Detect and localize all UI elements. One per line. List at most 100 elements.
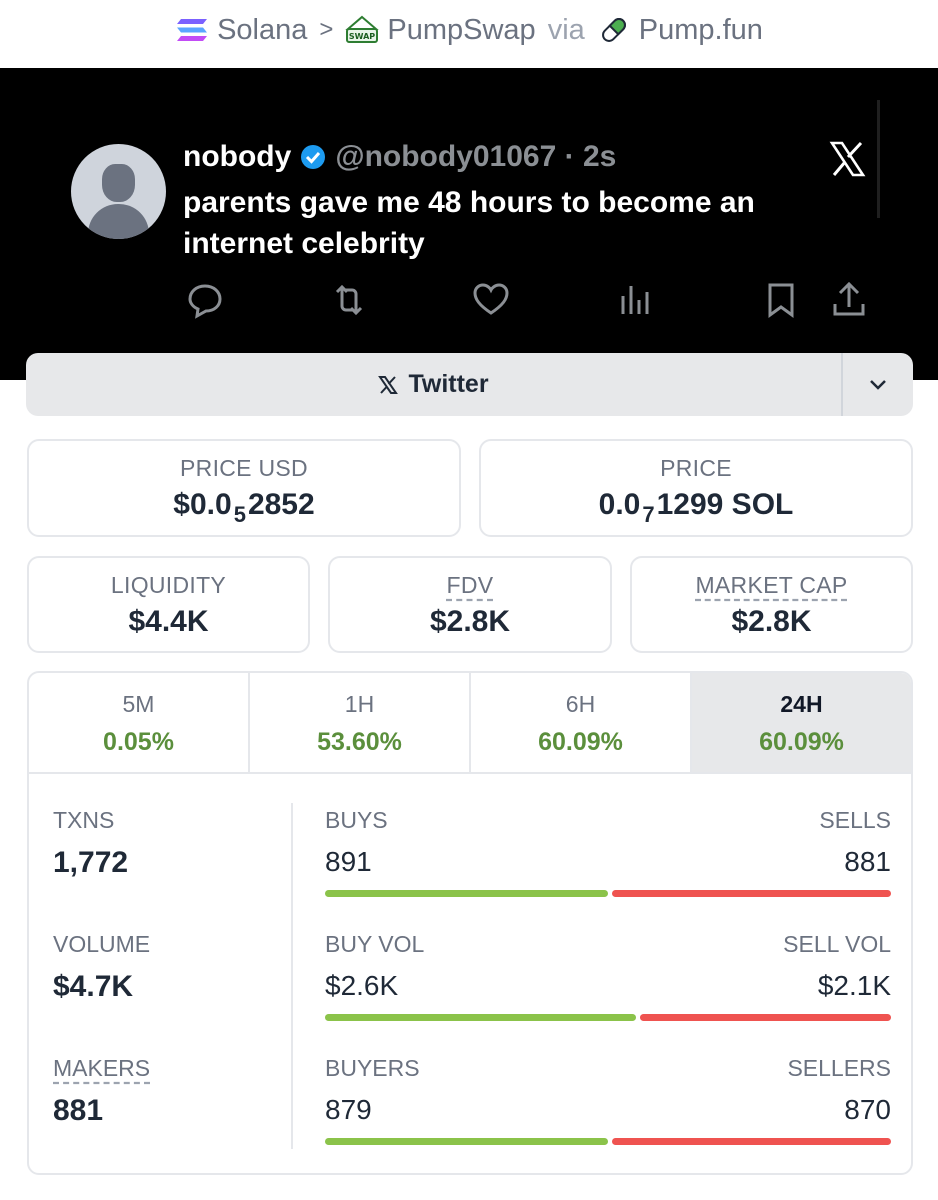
sell-vol-value: $2.1K (817, 970, 891, 1001)
breadcrumb-launchpad-label: Pump.fun (638, 13, 763, 46)
tweet-author: nobody (183, 140, 292, 173)
tab-6h[interactable]: 6H 60.09% (471, 673, 692, 772)
volume-value: $4.7K (53, 970, 134, 1003)
tab-6h-change: 60.09% (538, 728, 623, 756)
tab-24h-change: 60.09% (759, 728, 844, 756)
txns-value: 1,772 (53, 846, 129, 879)
like-icon[interactable] (471, 280, 511, 320)
sellers-value: 870 (844, 1094, 891, 1125)
breadcrumb-via: via (547, 13, 585, 46)
pumpswap-icon: SWAP (345, 15, 380, 43)
price-usd-box: PRICE USD $0.052852 (27, 439, 461, 537)
liquidity-box: LIQUIDITY $4.4K (27, 556, 310, 653)
buys-label: BUYS (325, 807, 388, 833)
tweet-banner: nobody @nobody01067 · 2s parents gave me… (0, 68, 938, 380)
breadcrumb-launchpad[interactable]: Pump.fun (597, 14, 763, 47)
market-cap-box: MARKET CAP $2.8K (630, 556, 913, 653)
txns-label: TXNS (53, 807, 115, 833)
tab-1h-label: 1H (344, 691, 375, 717)
retweet-icon[interactable] (329, 280, 369, 320)
tweet-text: parents gave me 48 hours to become an in… (183, 186, 755, 260)
tab-1h-change: 53.60% (317, 728, 402, 756)
buyers-sellers-bar (325, 1138, 891, 1145)
buyers-label: BUYERS (325, 1055, 420, 1081)
price-sol-digits: 1299 SOL (656, 488, 794, 521)
sell-vol-bar-fill (640, 1014, 891, 1021)
price-sol-zeros: 7 (642, 502, 655, 527)
fdv-box: FDV $2.8K (328, 556, 612, 653)
market-cap-label[interactable]: MARKET CAP (632, 572, 911, 599)
social-dropdown-button[interactable] (841, 353, 913, 416)
share-icon[interactable] (829, 280, 869, 320)
sells-bar-fill (611, 890, 891, 897)
buyers-value: 879 (325, 1094, 372, 1125)
avatar-body (88, 204, 149, 239)
breadcrumb-dex[interactable]: SWAP PumpSwap (345, 13, 536, 47)
makers-value: 881 (53, 1094, 104, 1127)
fdv-label[interactable]: FDV (330, 572, 610, 599)
price-sol-value: 0.071299 SOL (481, 488, 911, 527)
sellers-bar-fill (611, 1138, 891, 1145)
tweet-header: nobody @nobody01067 · 2s (183, 140, 616, 174)
x-icon (378, 375, 399, 394)
bookmark-icon[interactable] (761, 280, 801, 320)
buy-sell-volume-bar (325, 1014, 891, 1021)
buy-vol-bar-fill (325, 1014, 636, 1021)
tweet-actions (183, 280, 873, 320)
sellers-label: SELLERS (787, 1055, 891, 1081)
makers-label[interactable]: MAKERS (53, 1055, 150, 1082)
avatar-head (102, 164, 135, 202)
breadcrumb-dex-label: PumpSwap (387, 13, 536, 46)
breadcrumb-chain-label: Solana (217, 13, 308, 46)
breadcrumb-chain[interactable]: Solana (175, 14, 307, 47)
twitter-link-button[interactable]: Twitter (26, 353, 841, 416)
price-usd-prefix: $0.0 (173, 488, 232, 521)
buyers-sellers-split: BUYERS SELLERS 879 870 (325, 1055, 891, 1145)
timeframe-tabs: 5M 0.05% 1H 53.60% 6H 60.09% 24H 60.09% (29, 673, 911, 774)
social-bar: Twitter (26, 353, 913, 416)
x-logo-icon (829, 141, 866, 177)
reply-icon[interactable] (185, 280, 225, 320)
breadcrumb: Solana > SWAP PumpSwap via Pump.fun (0, 0, 938, 60)
liquidity-label: LIQUIDITY (110, 572, 227, 598)
buy-sell-volume-split: BUY VOL SELL VOL $2.6K $2.1K (325, 931, 891, 1021)
sells-value: 881 (844, 846, 891, 877)
tab-24h[interactable]: 24H 60.09% (692, 673, 911, 772)
tab-6h-label: 6H (565, 691, 596, 717)
price-usd-digits: 2852 (247, 488, 315, 521)
tab-1h[interactable]: 1H 53.60% (250, 673, 471, 772)
price-usd-label: PRICE USD (180, 455, 308, 481)
buys-value: 891 (325, 846, 372, 877)
txn-panel: 5M 0.05% 1H 53.60% 6H 60.09% 24H 60.09% … (27, 671, 913, 1175)
txns-stat: TXNS 1,772 (53, 807, 128, 880)
buys-sells-split: BUYS SELLS 891 881 (325, 807, 891, 897)
sells-label: SELLS (819, 807, 891, 833)
buyers-bar-fill (325, 1138, 608, 1145)
pill-icon (601, 18, 626, 42)
buy-vol-value: $2.6K (325, 970, 399, 1001)
price-sol-box: PRICE 0.071299 SOL (479, 439, 913, 537)
banner-divider (877, 100, 880, 218)
buys-bar-fill (325, 890, 608, 897)
volume-stat: VOLUME $4.7K (53, 931, 150, 1004)
avatar (71, 144, 166, 239)
tab-5m[interactable]: 5M 0.05% (29, 673, 250, 772)
views-icon[interactable] (615, 280, 655, 320)
buy-vol-label: BUY VOL (325, 931, 425, 957)
volume-label: VOLUME (53, 931, 151, 957)
buys-sells-bar (325, 890, 891, 897)
twitter-label: Twitter (408, 370, 489, 398)
price-sol-prefix: 0.0 (598, 488, 641, 521)
tweet-handle: @nobody01067 · 2s (335, 140, 617, 173)
tab-5m-label: 5M (122, 691, 155, 717)
liquidity-value: $4.4K (128, 605, 209, 638)
fdv-value: $2.8K (429, 605, 511, 638)
tab-24h-label: 24H (780, 691, 823, 717)
chevron-right-icon: > (319, 16, 334, 43)
price-sol-label: PRICE (660, 455, 732, 481)
makers-stat: MAKERS 881 (53, 1055, 150, 1128)
chevron-down-icon (870, 379, 886, 390)
pumpswap-badge-text: SWAP (349, 32, 375, 41)
column-divider (291, 803, 293, 1149)
price-usd-value: $0.052852 (29, 488, 459, 527)
